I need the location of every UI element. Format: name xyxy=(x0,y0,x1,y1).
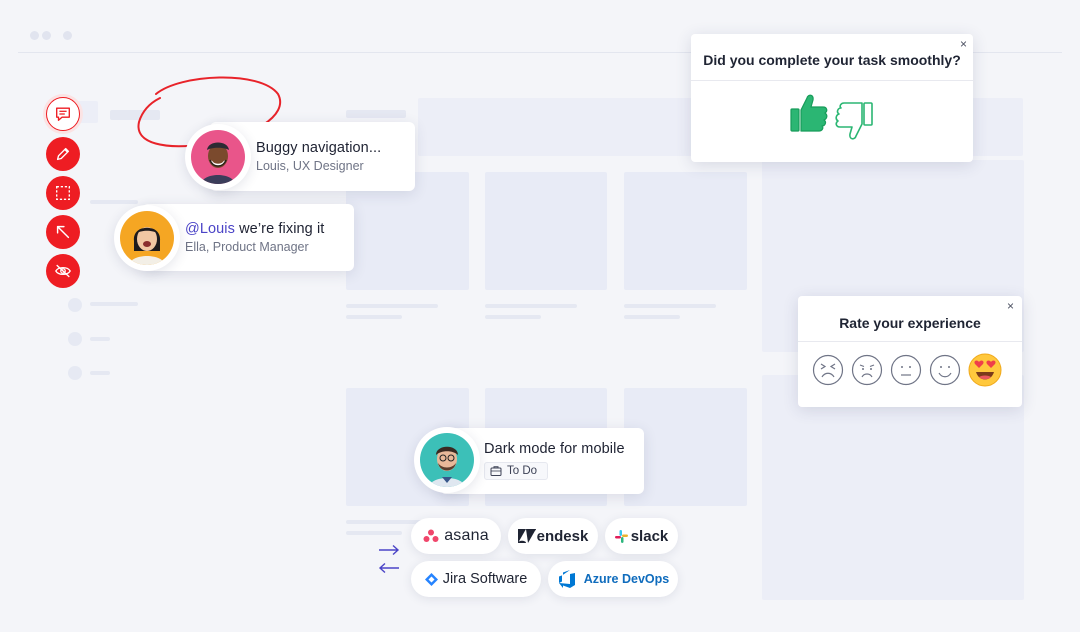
happy-face-icon[interactable] xyxy=(929,354,961,386)
close-icon[interactable]: × xyxy=(1007,299,1014,313)
comment-icon xyxy=(56,107,70,121)
avatar-louis xyxy=(185,124,251,190)
arrow-tool-button[interactable] xyxy=(46,215,80,249)
hide-tool-button[interactable] xyxy=(46,254,80,288)
bg-line xyxy=(624,304,716,308)
bg-line xyxy=(346,304,438,308)
bg-line xyxy=(346,315,402,319)
avatar-ella-image xyxy=(120,211,174,265)
hide-icon xyxy=(55,264,71,278)
jira-label: Jira Software xyxy=(442,571,528,587)
selection-icon xyxy=(56,186,70,200)
azure-devops-integration-pill[interactable]: Azure DevOps xyxy=(548,561,678,597)
comment-author: Louis, UX Designer xyxy=(256,159,364,173)
panel-divider xyxy=(798,341,1022,342)
bg-line xyxy=(90,371,110,375)
comment-text: @Louis we’re fixing it xyxy=(185,221,324,237)
heart-eyes-face-icon[interactable] xyxy=(967,352,1003,388)
task-status-label: To Do xyxy=(507,464,538,477)
comment-tool-button[interactable] xyxy=(46,97,80,131)
pencil-icon xyxy=(56,147,70,161)
survey-question: Rate your experience xyxy=(839,315,981,331)
neutral-face-icon[interactable] xyxy=(890,354,922,386)
asana-label: asana xyxy=(444,527,489,544)
bg-line xyxy=(346,531,402,535)
window-dot xyxy=(63,31,72,40)
task-title: Dark mode for mobile xyxy=(484,440,625,457)
asana-integration-pill[interactable]: asana xyxy=(411,518,501,554)
panel-divider xyxy=(691,80,973,81)
slack-integration-pill[interactable]: slack xyxy=(605,518,678,554)
comment-author: Ella, Product Manager xyxy=(185,240,309,254)
bg-line xyxy=(624,315,680,319)
bg-line xyxy=(90,302,138,306)
zendesk-logo-icon xyxy=(517,529,536,543)
slack-logo-icon xyxy=(614,529,628,543)
avatar-louis-image xyxy=(191,130,245,184)
bg-circle xyxy=(68,298,82,312)
unhappy-face-icon[interactable] xyxy=(851,354,883,386)
arrow-icon xyxy=(56,225,70,239)
very-unhappy-face-icon[interactable] xyxy=(812,354,844,386)
bg-circle xyxy=(68,366,82,380)
avatar-task-image xyxy=(420,433,474,487)
asana-logo-icon xyxy=(423,529,439,542)
rating-survey-panel: × Rate your experience xyxy=(798,296,1022,407)
avatar-task-assignee xyxy=(414,427,480,493)
zendesk-integration-pill[interactable]: endesk xyxy=(508,518,598,554)
slack-label: slack xyxy=(630,527,669,545)
task-survey-panel: × Did you complete your task smoothly? xyxy=(691,34,973,162)
window-dot xyxy=(30,31,39,40)
bg-card xyxy=(624,172,747,290)
jira-integration-pill[interactable]: Jira Software xyxy=(411,561,541,597)
briefcase-icon xyxy=(490,465,502,476)
avatar-ella xyxy=(114,205,180,271)
thumbs-up-icon[interactable] xyxy=(789,92,829,134)
task-status-badge[interactable]: To Do xyxy=(484,461,549,480)
window-dot xyxy=(42,31,51,40)
bg-circle xyxy=(68,332,82,346)
azure-devops-label: Azure DevOps xyxy=(583,572,670,586)
sync-arrows-icon xyxy=(378,544,400,574)
bg-line xyxy=(346,110,406,118)
zendesk-label: endesk xyxy=(536,527,589,545)
bg-card xyxy=(485,172,607,290)
comment-text-body: we’re fixing it xyxy=(234,221,325,237)
pencil-tool-button[interactable] xyxy=(46,137,80,171)
bg-line xyxy=(90,200,138,204)
thumbs-down-icon[interactable] xyxy=(834,100,874,142)
bg-side-block xyxy=(762,375,1024,600)
close-icon[interactable]: × xyxy=(960,37,967,51)
bg-line xyxy=(90,337,110,341)
azure-devops-logo-icon xyxy=(558,570,575,588)
bg-line xyxy=(485,315,541,319)
selection-tool-button[interactable] xyxy=(46,176,80,210)
bg-line xyxy=(485,304,577,308)
jira-logo-icon xyxy=(424,572,438,586)
survey-question: Did you complete your task smoothly? xyxy=(703,52,961,68)
mention-link[interactable]: @Louis xyxy=(185,221,235,237)
comment-text: Buggy navigation... xyxy=(256,140,382,156)
